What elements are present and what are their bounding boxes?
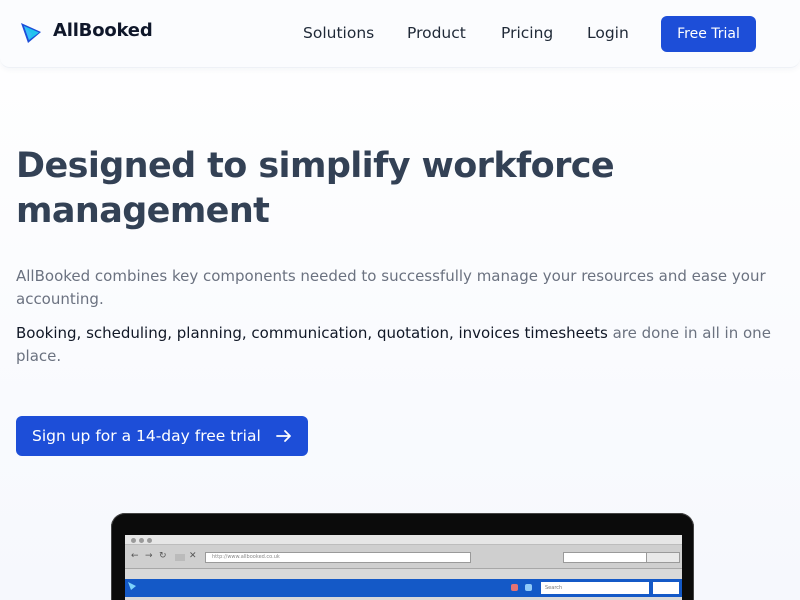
site-header: AllBooked Solutions Product Pricing Logi… (0, 0, 800, 68)
message-icon (525, 584, 532, 591)
signup-trial-button[interactable]: Sign up for a 14-day free trial (16, 416, 308, 456)
brand-name: AllBooked (53, 20, 153, 41)
browser-search-button (646, 552, 680, 563)
window-dot-icon (139, 538, 144, 543)
app-top-bar: Search (125, 579, 682, 597)
arrow-right-icon (276, 430, 291, 442)
back-icon: ← (131, 551, 139, 561)
play-triangle-icon (21, 23, 41, 43)
forward-icon: → (145, 551, 153, 561)
browser-toolbar: ← → ↻ ✕ http://www.allbooked.co.uk (125, 545, 682, 569)
hero-title: Designed to simplify workforce managemen… (16, 146, 615, 231)
window-dot-icon (147, 538, 152, 543)
browser-titlebar (125, 535, 682, 545)
nav-login[interactable]: Login (587, 24, 629, 42)
hero-description-features: Booking, scheduling, planning, communica… (16, 322, 786, 368)
nav-product[interactable]: Product (407, 24, 466, 42)
notification-icon (511, 584, 518, 591)
brand-logo[interactable]: AllBooked (20, 20, 153, 44)
url-bar: http://www.allbooked.co.uk (205, 552, 471, 563)
window-dot-icon (131, 538, 136, 543)
laptop-screen: ← → ↻ ✕ http://www.allbooked.co.uk Searc… (125, 535, 682, 600)
app-search-input: Search (541, 582, 649, 594)
app-search-button (653, 582, 679, 594)
free-trial-label: Free Trial (677, 26, 740, 42)
hero-features-list: Booking, scheduling, planning, communica… (16, 324, 608, 342)
browser-search-box (563, 552, 647, 563)
reload-icon: ↻ (159, 551, 167, 561)
stop-icon: ✕ (189, 551, 197, 561)
signup-trial-label: Sign up for a 14-day free trial (32, 427, 261, 445)
nav-solutions[interactable]: Solutions (303, 24, 374, 42)
app-logo-icon (128, 582, 136, 590)
nav-pricing[interactable]: Pricing (501, 24, 553, 42)
free-trial-button[interactable]: Free Trial (661, 16, 756, 52)
laptop-mockup: ← → ↻ ✕ http://www.allbooked.co.uk Searc… (111, 513, 694, 600)
hero-description: AllBooked combines key components needed… (16, 267, 766, 308)
home-icon (175, 554, 185, 561)
